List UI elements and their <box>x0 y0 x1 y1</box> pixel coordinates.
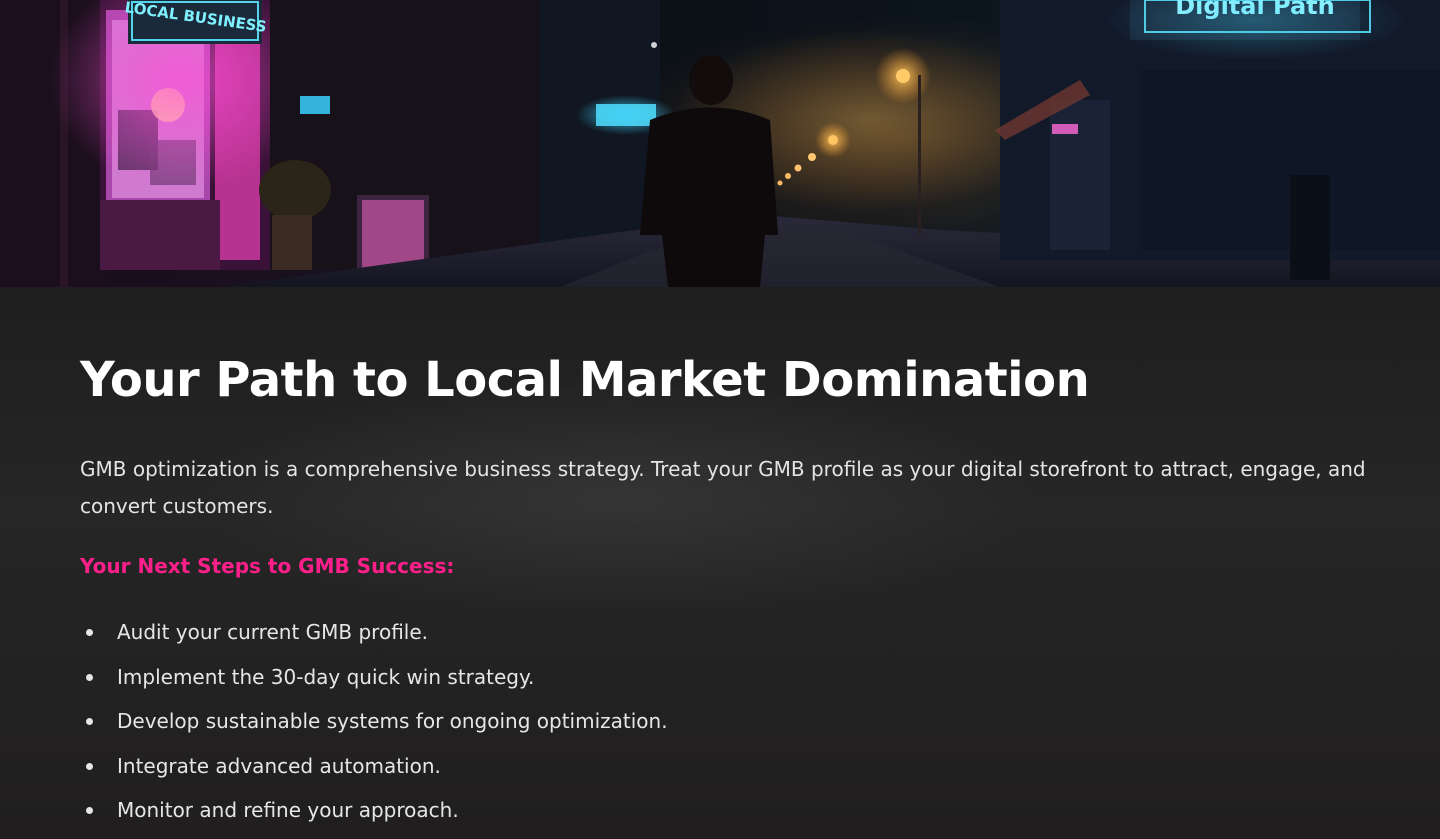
list-item-text: Implement the 30-day quick win strategy. <box>117 664 535 689</box>
list-item: Monitor and refine your approach. <box>80 790 980 835</box>
list-item: Implement the 30-day quick win strategy. <box>80 657 980 702</box>
content-section: Your Path to Local Market Domination GMB… <box>0 287 1440 839</box>
list-item: Audit your current GMB profile. <box>80 612 980 657</box>
hero-image: LOCAL BUSINESS Digital Path <box>0 0 1440 287</box>
intro-paragraph: GMB optimization is a comprehensive busi… <box>80 457 1366 518</box>
list-item-text: Integrate advanced automation. <box>117 753 441 778</box>
list-item: Integrate advanced automation. <box>80 746 980 791</box>
page-title: Your Path to Local Market Domination <box>80 352 1090 408</box>
bullet-icon <box>86 762 93 770</box>
next-steps-list: Audit your current GMB profile. Implemen… <box>80 612 980 835</box>
bullet-icon <box>86 807 93 814</box>
list-item-text: Audit your current GMB profile. <box>117 620 429 644</box>
bullet-icon <box>86 673 93 681</box>
bullet-icon <box>86 718 93 725</box>
slide-page: LOCAL BUSINESS Digital Path Your Path to… <box>0 0 1440 839</box>
bullet-icon <box>86 629 93 636</box>
list-item-text: Develop sustainable systems for ongoing … <box>117 709 668 733</box>
hero-illustration: LOCAL BUSINESS Digital Path <box>0 0 1440 287</box>
list-item-text: Monitor and refine your approach. <box>117 798 459 822</box>
next-steps-heading: Your Next Steps to GMB Success: <box>80 554 455 578</box>
list-item: Develop sustainable systems for ongoing … <box>80 701 980 746</box>
